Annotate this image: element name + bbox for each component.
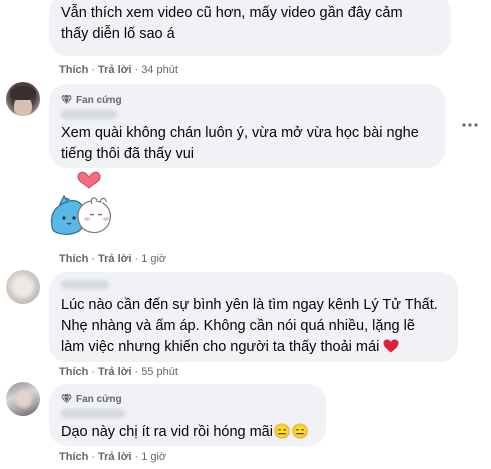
reply-link[interactable]: Trả lời xyxy=(98,451,132,463)
reply-link[interactable]: Trả lời xyxy=(98,64,132,76)
commenter-name-blurred[interactable] xyxy=(61,409,125,418)
comment-time[interactable]: 1 giờ xyxy=(141,451,166,463)
comment-bubble: Fan cứng Dạo này chị ít ra vid rồi hóng … xyxy=(49,384,326,446)
comment-actions: Thích · Trả lời · 1 giờ xyxy=(59,451,167,463)
reply-link[interactable]: Trả lời xyxy=(98,366,132,378)
like-link[interactable]: Thích xyxy=(59,253,88,265)
comment-time[interactable]: 34 phút xyxy=(141,64,178,76)
comment-bubble: Fan cứng Xem quài không chán luôn ý, vừa… xyxy=(49,84,445,168)
comment-text: Vẫn thích xem video cũ hơn, mấy video gầ… xyxy=(61,5,403,42)
comment-bubble: Vẫn thích xem video cũ hơn, mấy video gầ… xyxy=(49,0,451,56)
avatar[interactable] xyxy=(6,382,40,416)
comment-text: Lúc nào cần đến sự bình yên là tìm ngay … xyxy=(61,295,446,360)
more-options-icon[interactable] xyxy=(461,116,479,134)
reply-link[interactable]: Trả lời xyxy=(98,253,132,265)
comment-text: Dạo này chị ít ra vid rồi hóng mãi😑😑 xyxy=(61,424,310,440)
comment-time[interactable]: 1 giờ xyxy=(141,253,166,265)
avatar[interactable] xyxy=(6,82,40,116)
diamond-icon xyxy=(61,394,72,404)
like-link[interactable]: Thích xyxy=(59,64,88,76)
comment-bubble: Lúc nào cần đến sự bình yên là tìm ngay … xyxy=(49,272,458,362)
sticker[interactable] xyxy=(48,170,126,244)
like-link[interactable]: Thích xyxy=(59,366,88,378)
avatar[interactable] xyxy=(6,270,40,304)
fan-badge: Fan cứng xyxy=(61,93,433,107)
badge-label: Fan cứng xyxy=(76,94,122,106)
badge-label: Fan cứng xyxy=(76,393,122,405)
comment-actions: Thích · Trả lời · 1 giờ xyxy=(59,253,167,265)
like-link[interactable]: Thích xyxy=(59,451,88,463)
commenter-name-blurred[interactable] xyxy=(61,110,117,119)
diamond-icon xyxy=(61,95,72,105)
comment-actions: Thích · Trả lời · 55 phút xyxy=(59,366,178,378)
commenter-name-blurred[interactable] xyxy=(61,280,109,289)
fan-badge: Fan cứng xyxy=(61,392,314,406)
comment-text: Xem quài không chán luôn ý, vừa mở vừa h… xyxy=(61,125,419,162)
comment-actions: Thích · Trả lời · 34 phút xyxy=(59,64,178,76)
comment-time[interactable]: 55 phút xyxy=(141,366,178,378)
heart-emoji-icon xyxy=(383,339,399,360)
